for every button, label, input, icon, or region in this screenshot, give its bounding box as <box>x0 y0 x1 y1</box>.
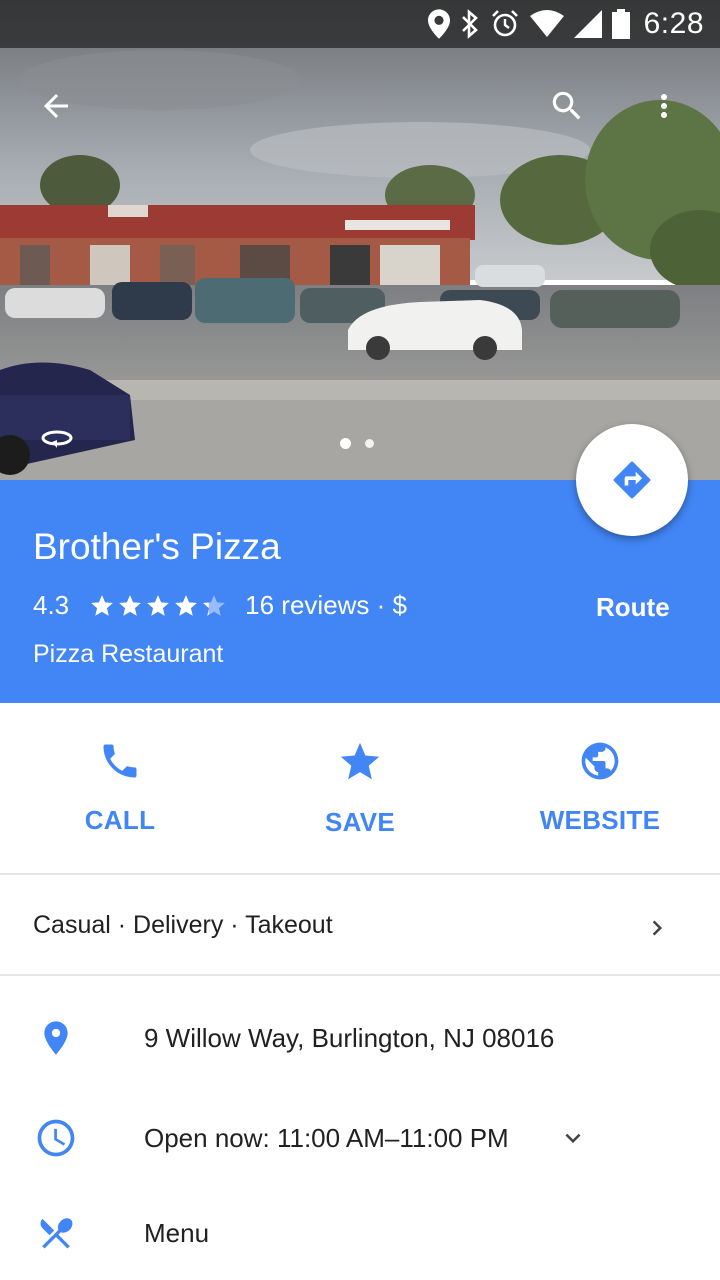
attributes-text: Casual · Delivery · Takeout <box>33 911 333 939</box>
place-photo[interactable] <box>0 0 720 480</box>
photo-page-indicator <box>340 438 374 449</box>
address-row[interactable]: 9 Willow Way, Burlington, NJ 08016 <box>0 990 720 1086</box>
directions-icon <box>613 461 651 499</box>
phone-icon <box>103 744 137 778</box>
place-pin-icon <box>32 1014 80 1062</box>
website-label: WEBSITE <box>539 805 661 835</box>
star-icon <box>203 594 225 616</box>
rating-value: 4.3 <box>33 590 70 620</box>
action-bar: CALL SAVE WEBSITE <box>0 703 720 875</box>
call-label: CALL <box>84 805 156 835</box>
location-icon <box>427 0 450 48</box>
signal-icon <box>573 0 602 48</box>
chevron-down-icon[interactable] <box>558 1123 588 1153</box>
clock: 6:28 <box>643 7 704 40</box>
restaurant-icon <box>32 1209 80 1257</box>
directions-button[interactable] <box>576 424 688 536</box>
place-category: Pizza Restaurant <box>33 640 224 668</box>
attributes-row[interactable]: Casual · Delivery · Takeout <box>0 877 720 976</box>
clock-icon <box>32 1114 80 1162</box>
more-options-button[interactable] <box>636 78 692 134</box>
hours-text: Open now: 11:00 AM–11:00 PM <box>144 1122 509 1153</box>
page-dot <box>365 439 374 448</box>
hours-row[interactable]: Open now: 11:00 AM–11:00 PM <box>0 1090 720 1186</box>
chevron-right-icon <box>652 920 662 936</box>
menu-row[interactable]: Menu <box>0 1185 720 1280</box>
battery-icon <box>611 0 630 48</box>
street-view-icon[interactable] <box>40 428 74 457</box>
page-dot-active <box>340 438 351 449</box>
360-icon <box>41 430 73 448</box>
rating-row[interactable]: 4.3 16 reviews · $ <box>33 590 407 621</box>
star-icon <box>147 594 169 616</box>
status-bar: 6:28 <box>0 0 720 48</box>
more-vert-icon <box>661 94 667 118</box>
search-icon <box>552 91 581 120</box>
star-icon <box>175 594 197 616</box>
street-view-photo <box>0 0 720 480</box>
star-icon <box>119 594 141 616</box>
website-button[interactable]: WEBSITE <box>480 703 720 873</box>
alarm-icon <box>490 0 520 48</box>
star-icon <box>340 742 380 780</box>
place-name: Brother's Pizza <box>33 526 281 567</box>
menu-text: Menu <box>144 1217 210 1248</box>
save-label: SAVE <box>324 807 396 837</box>
route-label[interactable]: Route <box>596 592 670 623</box>
call-button[interactable]: CALL <box>0 703 240 873</box>
globe-icon <box>581 742 619 780</box>
wifi-icon <box>529 0 564 48</box>
star-icon <box>91 594 113 616</box>
rating-stars <box>89 593 227 619</box>
search-button[interactable] <box>539 78 595 134</box>
reviews-and-price: 16 reviews · $ <box>245 590 407 620</box>
arrow-back-icon <box>44 94 68 118</box>
bluetooth-icon <box>460 0 480 48</box>
address-text: 9 Willow Way, Burlington, NJ 08016 <box>144 1022 555 1053</box>
back-button[interactable] <box>28 78 84 134</box>
save-button[interactable]: SAVE <box>240 703 480 873</box>
